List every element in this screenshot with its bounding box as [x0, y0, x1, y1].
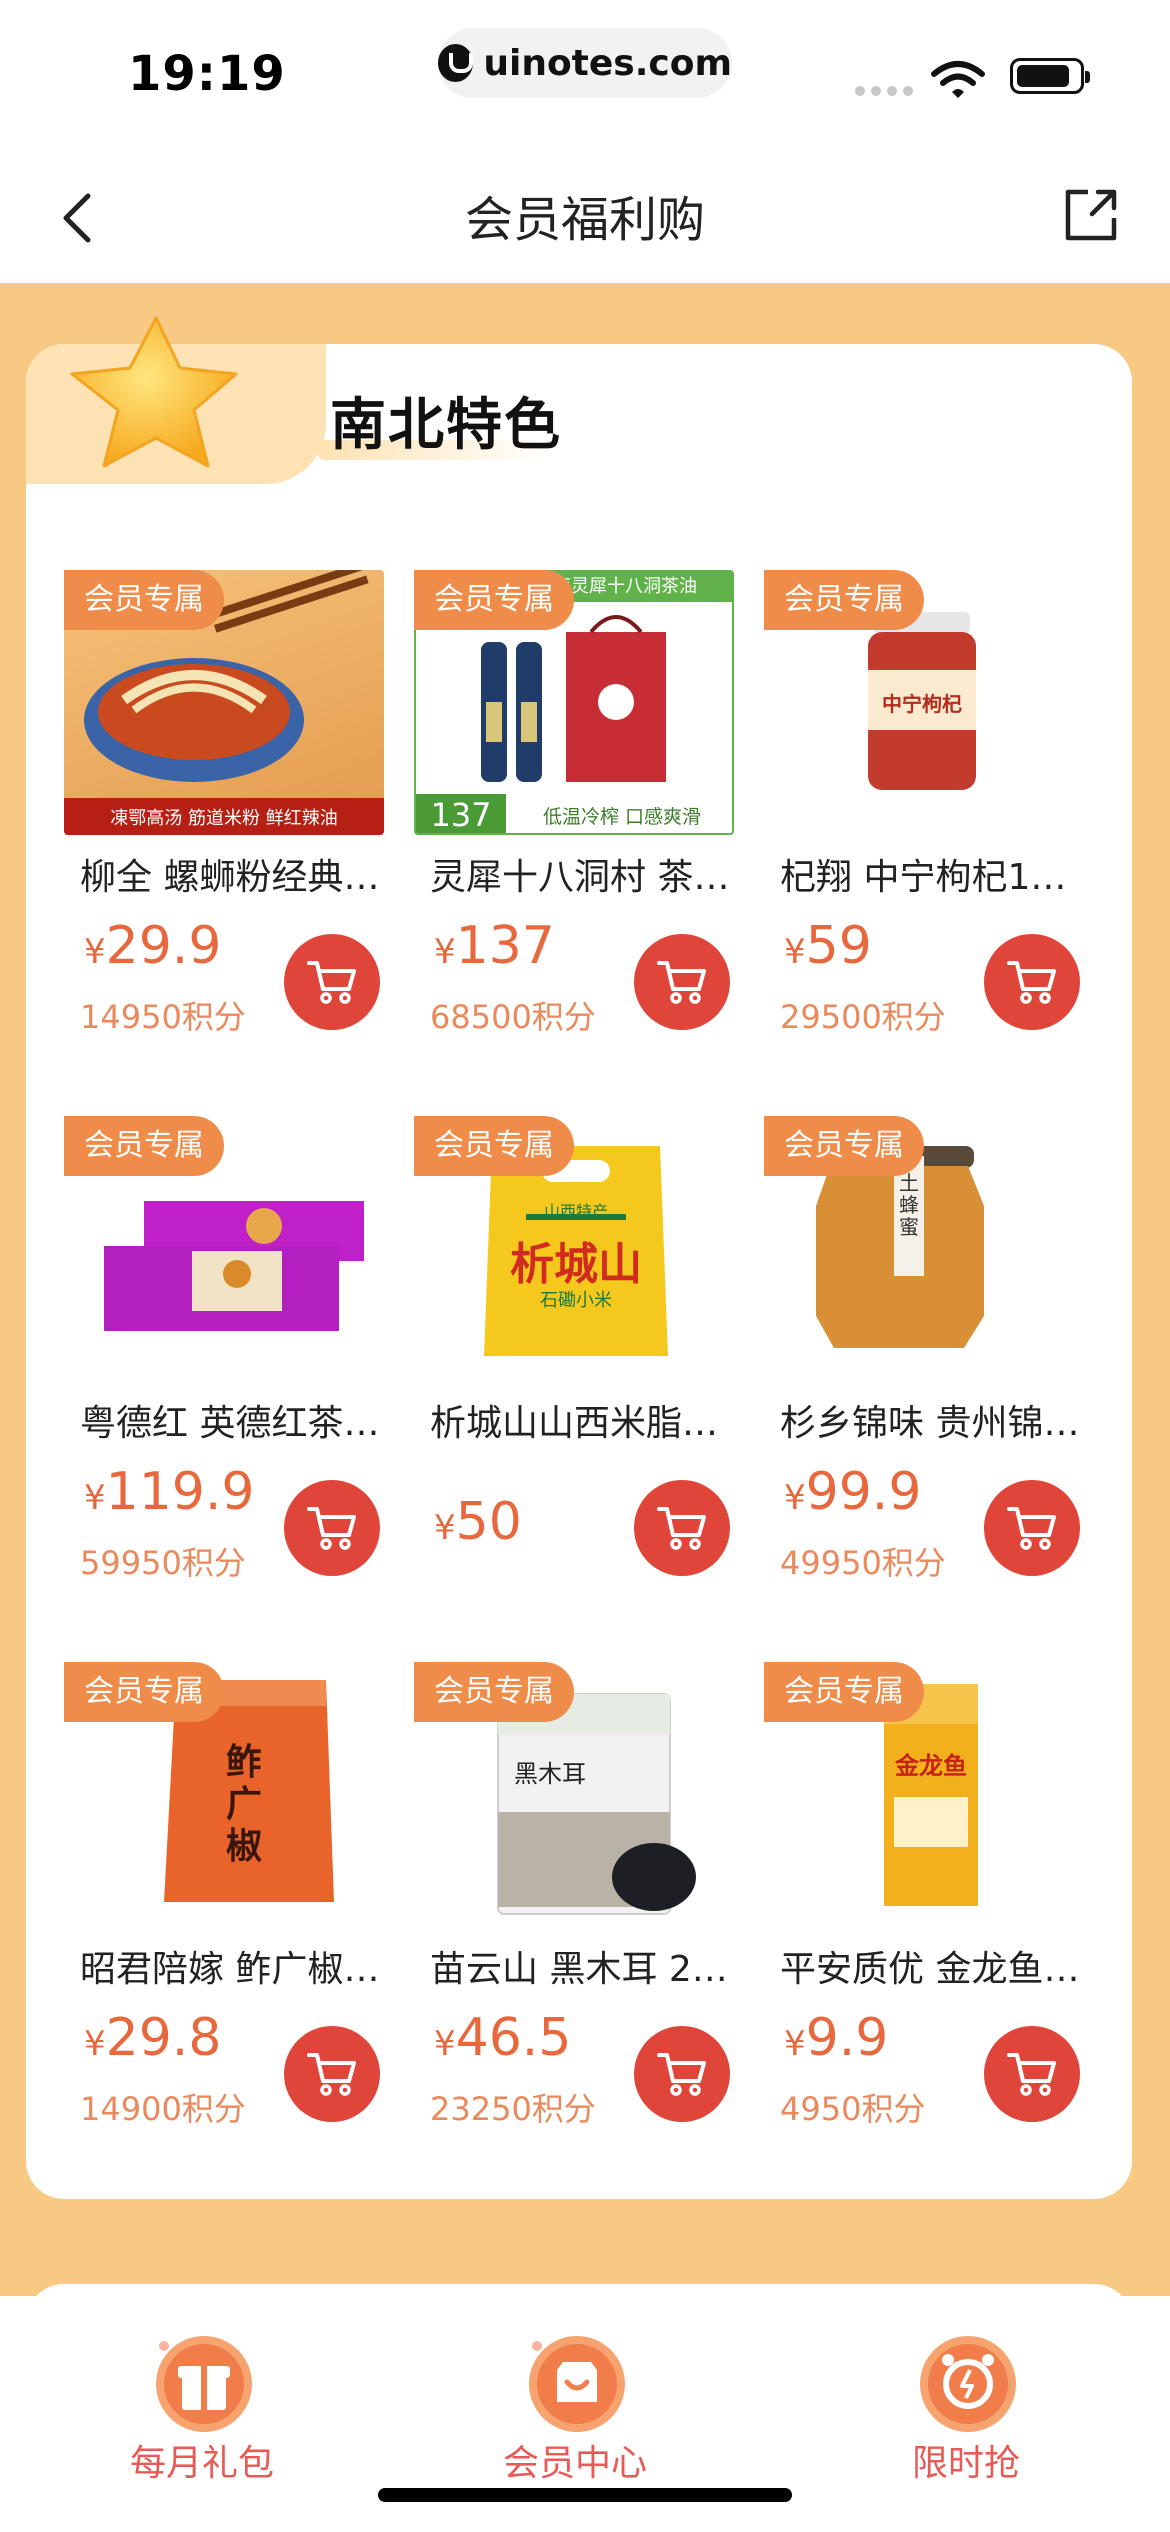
product-price: ¥99.9	[784, 1462, 922, 1522]
product-card[interactable]: 黑木耳 会员专属 苗云山 黑木耳 2… ¥46.5 23250积分	[414, 1662, 734, 2132]
tab-label: 会员中心	[502, 2443, 647, 2484]
product-points: 59950积分	[80, 1544, 246, 1582]
product-points: 49950积分	[780, 1544, 946, 1582]
home-indicator	[378, 2488, 792, 2502]
product-card[interactable]: 金龙鱼 会员专属 平安质优 金龙鱼… ¥9.9 4950积分	[764, 1662, 1084, 2132]
product-card[interactable]: 鲊广椒 会员专属 昭君陪嫁 鲊广椒… ¥29.8 14900积分	[64, 1662, 384, 2132]
image-label: 土蜂蜜	[899, 1171, 919, 1239]
add-to-cart-button[interactable]	[284, 1480, 380, 1576]
add-to-cart-button[interactable]	[634, 2026, 730, 2122]
url-text: uinotes.com	[483, 42, 732, 84]
member-badge: 会员专属	[64, 570, 224, 630]
site-logo-icon	[438, 44, 474, 82]
product-name: 杉乡锦味 贵州锦…	[780, 1403, 1080, 1444]
product-name: 灵犀十八洞村 茶…	[430, 857, 730, 898]
product-price: ¥46.5	[434, 2008, 572, 2068]
gift-icon	[156, 2336, 252, 2432]
product-points: 14950积分	[80, 998, 246, 1036]
member-badge: 会员专属	[414, 1116, 574, 1176]
tab-label: 每月礼包	[129, 2443, 274, 2484]
member-badge: 会员专属	[64, 1116, 224, 1176]
battery-icon	[1010, 58, 1090, 94]
member-badge: 会员专属	[414, 1662, 574, 1722]
cart-icon	[1007, 961, 1056, 1004]
image-brand: 析城山	[510, 1239, 642, 1290]
nav-bar: 会员福利购	[0, 150, 1170, 283]
product-price: ¥119.9	[84, 1462, 255, 1522]
section-title: 南北特色	[330, 393, 562, 458]
cart-icon	[657, 1507, 706, 1550]
product-price: ¥50	[434, 1492, 522, 1552]
member-badge: 会员专属	[764, 1662, 924, 1722]
product-price: ¥9.9	[784, 2008, 889, 2068]
image-price-tag: 137	[416, 794, 506, 833]
member-badge: 会员专属	[414, 570, 574, 630]
product-card[interactable]: 湖南灵犀十八洞茶油 137 低温冷榨 口感爽滑 会员专属 灵犀十八洞村 茶… ¥…	[414, 570, 734, 1040]
wifi-icon	[931, 61, 985, 98]
product-name: 杞翔 中宁枸杞13…	[780, 857, 1080, 898]
member-badge: 会员专属	[764, 570, 924, 630]
signal-icon	[855, 86, 913, 96]
tab-member-center[interactable]: 会员中心	[445, 2306, 705, 2506]
member-center-icon	[529, 2336, 625, 2432]
add-to-cart-button[interactable]	[634, 934, 730, 1030]
product-price: ¥29.9	[84, 916, 222, 976]
cart-icon	[307, 961, 356, 1004]
tab-label: 限时抢	[911, 2443, 1020, 2484]
tab-flash-sale[interactable]: 限时抢	[836, 2306, 1096, 2506]
member-badge: 会员专属	[764, 1116, 924, 1176]
image-caption: 低温冷榨 口感爽滑	[542, 806, 702, 828]
product-card[interactable]: 土蜂蜜 会员专属 杉乡锦味 贵州锦… ¥99.9 49950积分	[764, 1116, 1084, 1586]
product-name: 平安质优 金龙鱼…	[780, 1949, 1080, 1990]
add-to-cart-button[interactable]	[984, 934, 1080, 1030]
cart-icon	[307, 1507, 356, 1550]
cart-icon	[1007, 2053, 1056, 2096]
cart-icon	[657, 2053, 706, 2096]
image-top-text: 山西特产	[543, 1202, 608, 1221]
share-icon[interactable]	[1062, 186, 1120, 244]
product-name: 苗云山 黑木耳 2…	[430, 1949, 728, 1990]
image-label: 中宁枸杞	[882, 692, 962, 716]
status-time: 19:19	[128, 46, 286, 102]
url-pill[interactable]: uinotes.com	[438, 28, 732, 98]
tab-monthly-gift[interactable]: 每月礼包	[72, 2306, 332, 2506]
product-points: 4950积分	[780, 2090, 926, 2128]
product-points: 23250积分	[430, 2090, 596, 2128]
product-points: 68500积分	[430, 998, 596, 1036]
image-label: 金龙鱼	[895, 1752, 967, 1780]
image-label: 鲊广椒	[225, 1742, 262, 1867]
cart-icon	[1007, 1507, 1056, 1550]
image-tagline: 凍鄂高汤 筋道米粉 鲜红辣油	[110, 808, 338, 829]
page-title: 会员福利购	[464, 192, 705, 248]
product-points: 14900积分	[80, 2090, 246, 2128]
product-price: ¥137	[434, 916, 555, 976]
add-to-cart-button[interactable]	[284, 934, 380, 1030]
product-card[interactable]: 山西特产 析城山 石磡小米 会员专属 析城山山西米脂… ¥50	[414, 1116, 734, 1586]
add-to-cart-button[interactable]	[984, 1480, 1080, 1576]
image-sub: 石磡小米	[540, 1290, 612, 1311]
product-card[interactable]: 凍鄂高汤 筋道米粉 鲜红辣油 会员专属 柳全 螺蛳粉经典… ¥29.9 1495…	[64, 570, 384, 1040]
image-label: 黑木耳	[514, 1760, 586, 1788]
product-price: ¥59	[784, 916, 872, 976]
alarm-clock-icon	[920, 2336, 1016, 2432]
product-name: 柳全 螺蛳粉经典…	[80, 857, 380, 898]
product-card[interactable]: 会员专属 粤德红 英德红茶… ¥119.9 59950积分	[64, 1116, 384, 1586]
product-points: 29500积分	[780, 998, 946, 1036]
product-name: 析城山山西米脂…	[430, 1403, 719, 1444]
add-to-cart-button[interactable]	[984, 2026, 1080, 2122]
add-to-cart-button[interactable]	[634, 1480, 730, 1576]
product-price: ¥29.8	[84, 2008, 222, 2068]
product-name: 粤德红 英德红茶…	[80, 1403, 380, 1444]
product-name: 昭君陪嫁 鲊广椒…	[80, 1949, 380, 1990]
status-bar: 19:19 uinotes.com	[0, 0, 1170, 150]
cart-icon	[657, 961, 706, 1004]
member-badge: 会员专属	[64, 1662, 224, 1722]
cart-icon	[307, 2053, 356, 2096]
star-icon	[70, 316, 238, 468]
product-card[interactable]: 中宁枸杞 会员专属 杞翔 中宁枸杞13… ¥59 29500积分	[764, 570, 1084, 1040]
add-to-cart-button[interactable]	[284, 2026, 380, 2122]
